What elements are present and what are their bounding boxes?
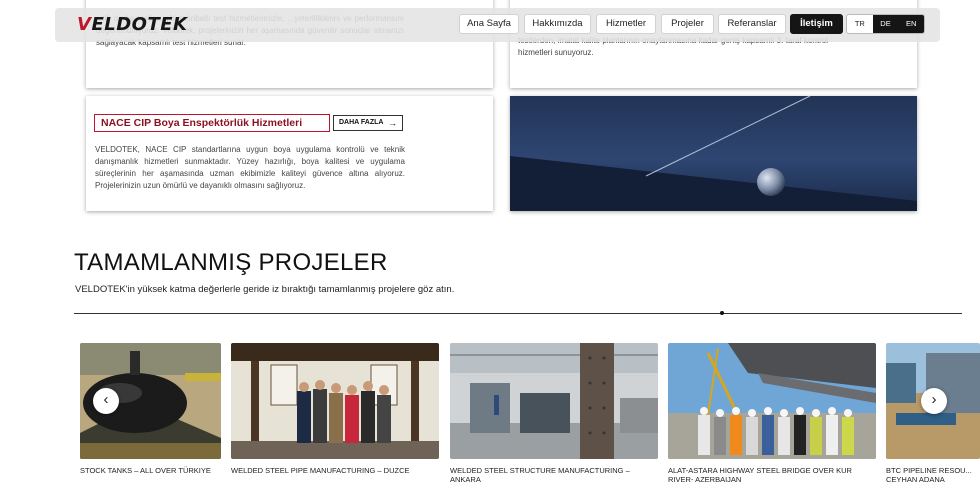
section-divider <box>74 313 962 314</box>
arrow-right-icon: → <box>388 118 397 128</box>
chevron-right-icon: › <box>931 391 937 408</box>
carousel-next-button[interactable]: › <box>921 388 947 414</box>
lang-en[interactable]: EN <box>898 15 924 33</box>
service-card-nace-cip: NACE CIP Boya Enspektörlük Hizmetleri DA… <box>86 96 493 211</box>
project-caption: STOCK TANKS – ALL OVER TÜRKIYE <box>80 466 211 475</box>
language-switcher: TR DE EN <box>846 14 925 34</box>
more-button-label: DAHA FAZLA <box>339 119 384 126</box>
chevron-left-icon: ‹ <box>103 391 109 408</box>
nav-item-projeler[interactable]: Projeler <box>661 14 714 34</box>
project-caption: ALAT-ASTARA HIGHWAY STEEL BRIDGE OVER KU… <box>668 466 852 484</box>
project-image <box>668 343 876 459</box>
project-caption: BTC PIPELINE RESOU... CEYHAN ADANA <box>886 466 972 484</box>
nav-item-referanslar[interactable]: Referanslar <box>718 14 786 34</box>
nav-item-iletisim[interactable]: İletişim <box>790 14 843 34</box>
nav-item-ana-sayfa[interactable]: Ana Sayfa <box>459 14 519 34</box>
carousel-prev-button[interactable]: ‹ <box>93 388 119 414</box>
project-caption: WELDED STEEL STRUCTURE MANUFACTURING – A… <box>450 466 630 484</box>
project-image <box>450 343 658 459</box>
more-button[interactable]: DAHA FAZLA → <box>333 115 403 131</box>
nav-item-hizmetler[interactable]: Hizmetler <box>596 14 656 34</box>
nav-item-hakkimizda[interactable]: Hakkımızda <box>524 14 591 34</box>
lang-tr[interactable]: TR <box>847 15 873 33</box>
service-photo <box>510 96 917 211</box>
divider-dot <box>720 311 724 315</box>
service-title: NACE CIP Boya Enspektörlük Hizmetleri <box>94 114 330 132</box>
lang-de[interactable]: DE <box>872 15 899 33</box>
service-card-text: VELDOTEK, NACE CIP standartlarına uygun … <box>95 145 405 190</box>
section-subtitle: VELDOTEK'in yüksek katma değerlerle geri… <box>75 284 455 295</box>
page: ...tik darbe testleri gibi tahribatlı te… <box>0 0 980 489</box>
project-caption: WELDED STEEL PIPE MANUFACTURING – DUZCE <box>231 466 410 475</box>
section-title: TAMAMLANMIŞ PROJELER <box>74 249 388 276</box>
top-navbar: VELDOTEK Ana Sayfa Hakkımızda Hizmetler … <box>55 8 940 42</box>
veldotek-logo[interactable]: VELDOTEK <box>77 14 187 35</box>
project-image <box>231 343 439 459</box>
sphere-on-slope-image <box>510 96 917 211</box>
